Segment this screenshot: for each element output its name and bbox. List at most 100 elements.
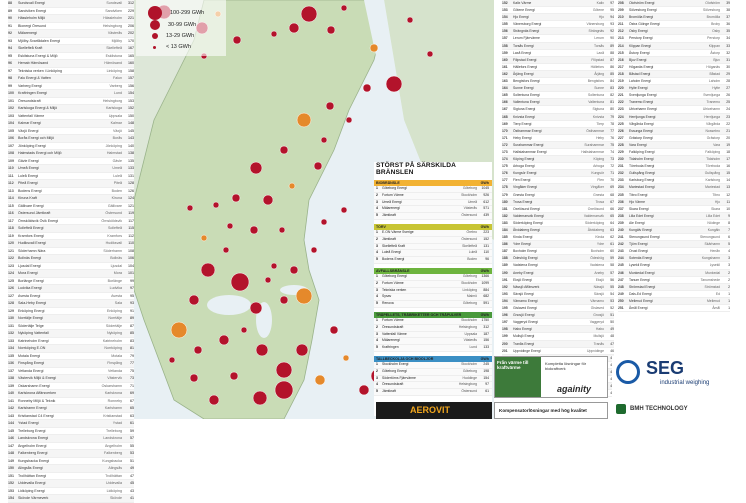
- cell-place: Tierp: [596, 121, 604, 126]
- cell-num: 150: [8, 466, 14, 470]
- cell-name: Sundsvall Energi: [18, 1, 45, 5]
- cell-num: 99: [8, 83, 12, 88]
- table-row: 144 Ystad Energi Ystad 61: [8, 420, 134, 428]
- cell-fplace: Linköping: [462, 287, 477, 292]
- cell-fplace: Stockholm: [461, 192, 477, 197]
- cell-place: Ydre: [596, 242, 604, 247]
- fuel-row: 3 Vattenfall Värme Uppsala 187: [374, 331, 492, 339]
- cell-name: Munkedal Energi: [629, 270, 655, 275]
- table-row: 242 Tjörn Energi Skärhamn 5: [618, 241, 730, 249]
- cell-name: Heby Energi: [513, 135, 532, 140]
- cell-place: Umeå: [112, 166, 122, 170]
- table-row: 162 Årjäng Energi Årjäng 85: [502, 70, 614, 79]
- cell-fname: E.ON Värme Sverige: [382, 229, 414, 234]
- cell-place: Lidköping: [106, 488, 122, 493]
- fuel-row: 3 Umeå Energi Umeå 612: [374, 199, 492, 207]
- cell-place: Perstorp: [707, 36, 720, 41]
- cell-name: Torsås Energi: [513, 43, 534, 48]
- cell-name: Klippan Energi: [629, 43, 652, 48]
- cell-num: 92: [8, 31, 12, 35]
- table-row: 155 Vänersborg Energi Vänersborg 93: [502, 21, 614, 29]
- production-circle: [208, 394, 220, 406]
- cell-val: 64: [610, 220, 614, 225]
- table-row: 136 Finspång Energi Finspång 77: [8, 360, 134, 368]
- cell-place: Sölvesborg: [703, 8, 720, 13]
- table-row: 127 Avesta Energi Avesta 95: [8, 293, 134, 300]
- cell-fplace: Uppsala: [464, 331, 477, 336]
- table-row: 133 Katrineholm Energi Katrineholm 83: [8, 338, 134, 345]
- cell-place: Lund: [114, 91, 122, 95]
- cell-num: 161: [502, 64, 508, 69]
- cell-num: 164: [502, 86, 508, 91]
- cell-name: Laxå Energi: [513, 50, 532, 55]
- cell-num: 242: [618, 242, 624, 247]
- cell-name: Ludvika Energi: [18, 286, 42, 290]
- cell-name: Kramfors Energi: [18, 233, 44, 238]
- cell-name: Norrtälje Energi: [18, 316, 43, 320]
- cell-num: 229: [618, 149, 624, 154]
- table-row: 90 Hässleholm Miljö Hässleholm 221: [8, 15, 134, 23]
- cell-num: 152: [8, 481, 14, 485]
- cell-place: Västerås: [107, 31, 122, 35]
- cell-val: 51: [130, 458, 134, 463]
- fuel-row: 4 Mälarenergi Västerås 156: [374, 338, 492, 346]
- table-row: 98 Falu Energi & Vatten Falun 157: [8, 75, 134, 83]
- cell-num: 137: [8, 368, 14, 373]
- cell-num: 179: [502, 192, 508, 197]
- cell-place: Ulricehamn: [702, 107, 720, 112]
- cell-num: 244: [618, 256, 624, 261]
- cell-val: 80: [610, 107, 614, 112]
- table-row: 172 Surahammar Energi Surahammar 75: [502, 141, 614, 149]
- cell-place: Åmål: [712, 306, 720, 311]
- cell-name: Ale Energi: [629, 220, 645, 225]
- cell-name: Kiruna Kraft: [18, 196, 37, 200]
- cell-fname: Mälarenergi: [382, 206, 400, 211]
- cell-place: Karlskoga: [106, 106, 122, 110]
- fuel-block: BIOBRÄNSLE GWh 1 Göteborg Energi Göteborg 104…: [374, 180, 492, 220]
- cell-num: 129: [8, 308, 14, 313]
- cell-name: Karlshamn Energi: [18, 406, 47, 410]
- cell-name: Svenljunga Energi: [629, 93, 657, 98]
- cell-place: Härnösand: [104, 61, 122, 65]
- cell-val: 1: [728, 291, 730, 296]
- legend-dot-tiny: [153, 45, 156, 49]
- cell-place: Bromölla: [706, 15, 720, 20]
- table-row: 233 Karlsborg Energi Karlsborg 14: [618, 177, 730, 185]
- fuel-ranking-panel: STÖRST PÅ SÄRSKILDA BRÄNSLEN BIOBRÄNSLE G…: [374, 162, 492, 416]
- lake-vanern: [207, 295, 251, 315]
- cell-place: Trelleborg: [105, 428, 122, 433]
- fuel-row: 1 Fortum Värme Stockholm 1750: [374, 317, 492, 325]
- production-circle: [406, 16, 414, 24]
- cell-name: Borås Energi och Miljö: [18, 136, 54, 140]
- table-row: 130 Norrtälje Energi Norrtälje 89: [8, 315, 134, 323]
- cell-name: Åstorp Energi: [629, 50, 650, 55]
- cell-fname: Fortum Värme: [382, 317, 404, 322]
- legend-item-13-29: 13-29 GWh: [148, 33, 194, 39]
- cell-fplace: Lund: [469, 345, 477, 350]
- cell-place: Skövde: [110, 496, 122, 500]
- cell-num: 154: [502, 15, 508, 20]
- cell-num: 144: [8, 421, 14, 425]
- cell-val: 55: [610, 284, 614, 289]
- cell-place: Söderhamn: [103, 248, 122, 253]
- ad-seg: SEG industrial weighing: [612, 356, 728, 398]
- cell-fname: Jämtkraft: [382, 236, 396, 241]
- cell-num: 148: [8, 451, 14, 455]
- cell-fplace: Östersund: [461, 236, 477, 241]
- table-row: 230 Tidaholm Energi Tidaholm 17: [618, 156, 730, 164]
- cell-num: 184: [502, 228, 508, 232]
- table-row: 251 Åmål Energi Åmål 1: [618, 305, 730, 313]
- production-circle: [326, 25, 336, 35]
- cell-name: Tanum Energi: [629, 277, 650, 282]
- cell-fval: 1045: [481, 186, 489, 190]
- ad-bmh: BMH TECHNOLOGY: [612, 402, 728, 419]
- table-row: 142 Karlshamn Energi Karlshamn 65: [8, 405, 134, 413]
- production-circle: [231, 193, 241, 203]
- cell-val: 71: [610, 171, 614, 176]
- cell-val: 108: [128, 248, 134, 253]
- cell-name: Kristianstad C4 Energi: [18, 413, 54, 418]
- table-row: 110 Umeå Energi Umeå 133: [8, 165, 134, 173]
- cell-num: 225: [618, 121, 624, 126]
- cell-name: Gullspång Energi: [629, 171, 656, 176]
- production-circle: [320, 218, 328, 226]
